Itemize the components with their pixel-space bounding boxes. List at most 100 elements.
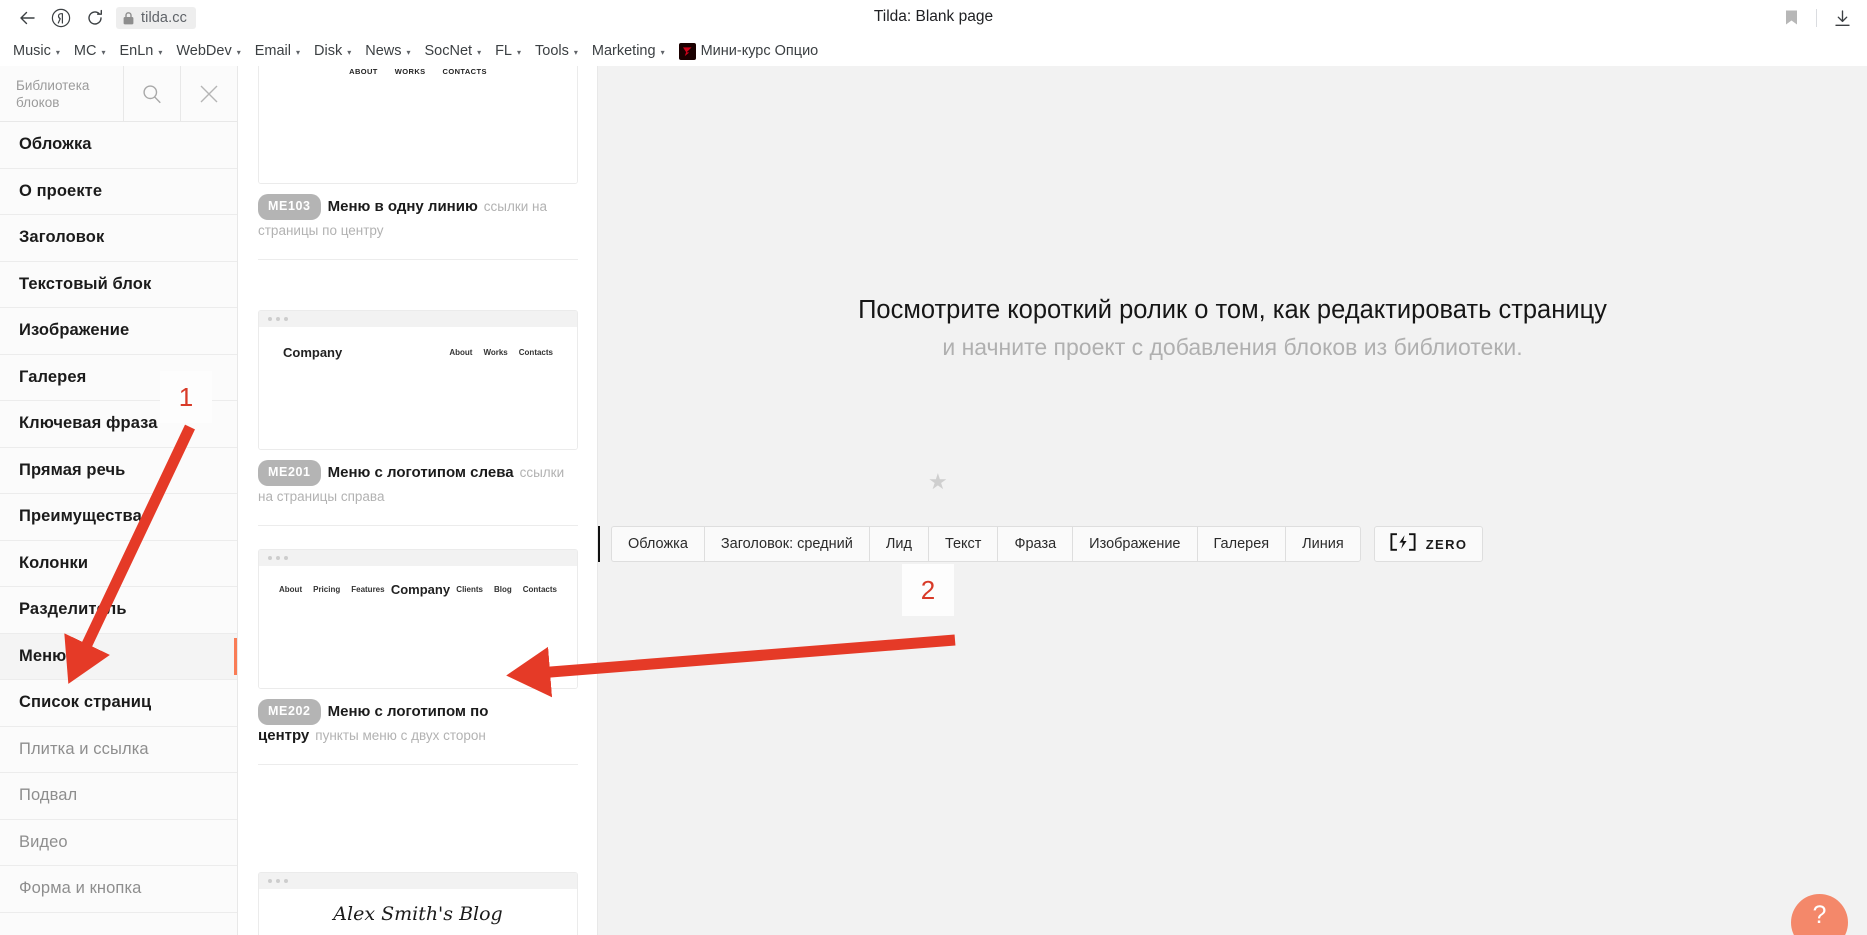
window-dot-icon	[284, 317, 288, 321]
bookmark-item[interactable]: Email ▾	[248, 40, 307, 62]
block-card-item-3[interactable]: Alex Smith's BlogPortfolioContactsFacebo…	[238, 872, 597, 935]
thumb-brand: Alex Smith's Blog	[333, 903, 503, 925]
library-item-10[interactable]: Разделитель	[0, 587, 237, 634]
page-canvas: Посмотрите короткий ролик о том, как ред…	[598, 66, 1867, 935]
chevron-down-icon: ▾	[517, 47, 522, 57]
quick-add-button-4[interactable]: Фраза	[997, 526, 1073, 562]
block-thumbnail[interactable]: Alex Smith's BlogPortfolioContactsFacebo…	[258, 872, 578, 935]
download-icon[interactable]	[1825, 1, 1859, 35]
close-icon[interactable]	[180, 66, 237, 121]
library-item-label: Список страниц	[19, 693, 152, 712]
star-icon: ★	[928, 469, 948, 494]
help-button[interactable]: ?	[1791, 894, 1848, 935]
block-card-ME202[interactable]: About Pricing Features Company Clients Blog Co…	[238, 549, 597, 765]
block-thumbnail[interactable]: About Pricing Features Company Clients Blog Co…	[258, 549, 578, 689]
quick-add-button-7[interactable]: Линия	[1285, 526, 1361, 562]
block-card-ME103[interactable]: ABOUT WORKS CONTACTS ME103 Меню в одну линию…	[238, 66, 597, 260]
url-text: tilda.cc	[141, 10, 187, 26]
block-code-badge: ME202	[258, 699, 321, 725]
window-dot-icon	[284, 556, 288, 560]
bookmark-label: Disk	[314, 43, 343, 59]
library-item-7[interactable]: Прямая речь	[0, 448, 237, 494]
quick-add-button-0[interactable]: Обложка	[611, 526, 704, 562]
library-item-15[interactable]: Видео	[0, 820, 237, 866]
library-title-line2: блоков	[16, 94, 60, 110]
library-header: Библиотека блоков	[0, 66, 237, 122]
library-item-12[interactable]: Список страниц	[0, 680, 237, 727]
thumb-titlebar	[259, 311, 577, 327]
chevron-down-icon: ▾	[55, 47, 60, 57]
library-item-8[interactable]: Преимущества	[0, 494, 237, 541]
library-item-label: Плитка и ссылка	[19, 739, 149, 758]
library-item-9[interactable]: Колонки	[0, 541, 237, 587]
quick-add-button-2[interactable]: Лид	[868, 526, 928, 562]
bookmark-item[interactable]: Marketing ▾	[585, 40, 672, 62]
block-thumbnail[interactable]: Company About Works Contacts	[258, 310, 578, 450]
bookmark-item[interactable]: News ▾	[358, 40, 417, 62]
bookmark-label: Мини-курс Опцио	[700, 43, 819, 59]
block-preview-column[interactable]: ABOUT WORKS CONTACTS ME103 Меню в одну линию…	[238, 66, 598, 935]
block-card-ME201[interactable]: Company About Works Contacts ME201 Меню с лог…	[238, 310, 597, 526]
window-dot-icon	[276, 317, 280, 321]
library-panel-title: Библиотека блоков	[0, 66, 123, 121]
chevron-down-icon: ▾	[158, 47, 163, 57]
yandex-profile-icon[interactable]	[44, 1, 78, 35]
library-item-label: Подвал	[19, 786, 78, 805]
library-item-5[interactable]: Галерея	[0, 355, 237, 401]
library-item-label: Видео	[19, 832, 68, 851]
library-item-0[interactable]: Обложка	[0, 122, 237, 169]
chevron-down-icon: ▾	[295, 47, 300, 57]
bookmark-item-course[interactable]: Мини-курс Опцио	[672, 40, 826, 63]
bookmark-item[interactable]: FL ▾	[488, 40, 528, 62]
block-code-badge: ME201	[258, 460, 321, 486]
library-item-2[interactable]: Заголовок	[0, 215, 237, 262]
search-icon[interactable]	[123, 66, 180, 121]
block-title: Меню в одну линию	[327, 198, 478, 216]
library-item-label: Заголовок	[19, 228, 105, 247]
chevron-down-icon: ▾	[347, 47, 352, 57]
canvas-subheadline: и начните проект с добавления блоков из …	[942, 334, 1523, 360]
zero-block-button[interactable]: ZERO	[1373, 526, 1484, 562]
library-item-13[interactable]: Плитка и ссылка	[0, 727, 237, 773]
bookmark-label: MC	[73, 43, 97, 59]
block-thumbnail[interactable]: ABOUT WORKS CONTACTS	[258, 66, 578, 184]
address-bar[interactable]: tilda.cc	[116, 7, 196, 29]
quick-add-drag-handle[interactable]	[598, 526, 600, 562]
back-arrow-icon[interactable]	[10, 1, 44, 35]
quick-add-button-group[interactable]: Обложка Заголовок: средний Лид Текст Фраза Из…	[611, 526, 1361, 562]
window-dot-icon	[268, 879, 272, 883]
library-item-label: Текстовый блок	[19, 274, 152, 293]
reload-icon[interactable]	[78, 1, 112, 35]
library-item-label: Обложка	[19, 135, 92, 154]
quick-add-button-5[interactable]: Изображение	[1072, 526, 1197, 562]
course-favicon-icon	[678, 42, 696, 60]
library-item-1[interactable]: О проекте	[0, 169, 237, 215]
thumb-nav-links: ABOUT WORKS CONTACTS	[259, 66, 577, 76]
bookmark-item[interactable]: MC ▾	[67, 40, 113, 62]
bookmark-item[interactable]: Music ▾	[6, 40, 67, 62]
quick-add-button-6[interactable]: Галерея	[1196, 526, 1286, 562]
lightning-bolt-icon	[1390, 532, 1416, 556]
bookmark-item[interactable]: WebDev ▾	[169, 40, 247, 62]
bookmark-label: Tools	[535, 43, 569, 59]
library-item-14[interactable]: Подвал	[0, 773, 237, 820]
library-item-6[interactable]: Ключевая фраза	[0, 401, 237, 448]
quick-add-button-1[interactable]: Заголовок: средний	[703, 526, 869, 562]
library-category-list[interactable]: Обложка О проекте Заголовок Текстовый блок И…	[0, 122, 237, 935]
quick-add-button-3[interactable]: Текст	[927, 526, 998, 562]
bookmark-item[interactable]: EnLn ▾	[112, 40, 169, 62]
bookmark-item[interactable]: Disk ▾	[307, 40, 358, 62]
library-item-16[interactable]: Форма и кнопка	[0, 866, 237, 913]
thumb-link: Pricing	[313, 585, 341, 594]
chevron-down-icon: ▾	[406, 47, 411, 57]
window-title: Tilda: Blank page	[873, 8, 994, 25]
library-item-11[interactable]: Меню	[0, 633, 237, 680]
library-item-label: Разделитель	[19, 600, 127, 619]
bookmark-label: Music	[13, 43, 51, 59]
library-item-4[interactable]: Изображение	[0, 308, 237, 355]
bookmark-label: Email	[254, 43, 291, 59]
bookmark-icon[interactable]	[1774, 1, 1808, 35]
bookmark-item[interactable]: SocNet ▾	[418, 40, 489, 62]
bookmark-item[interactable]: Tools ▾	[528, 40, 585, 62]
library-item-3[interactable]: Текстовый блок	[0, 262, 237, 308]
